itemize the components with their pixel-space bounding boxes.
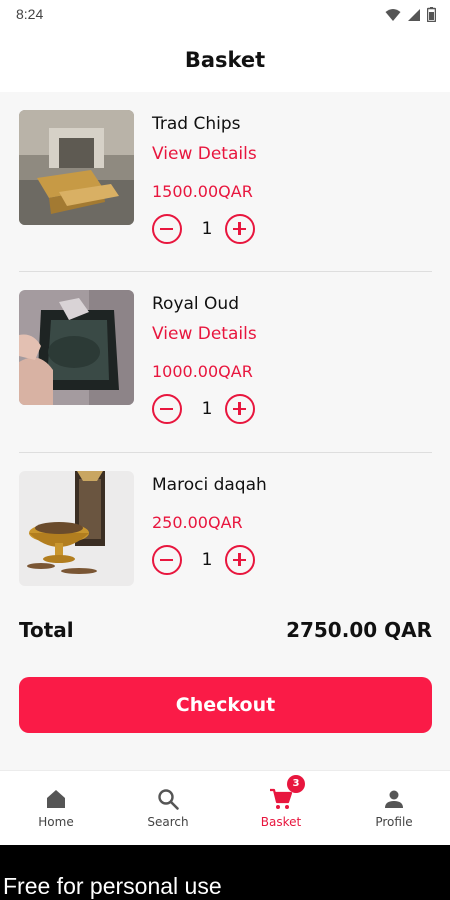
person-icon <box>385 790 403 808</box>
item-name: Trad Chips <box>152 114 241 134</box>
app-header: Basket <box>0 30 450 92</box>
quantity-stepper: 1 <box>152 394 262 424</box>
search-icon <box>158 789 179 810</box>
cart-count-badge: 3 <box>287 775 305 793</box>
wifi-icon <box>385 8 401 21</box>
minus-icon <box>160 407 173 410</box>
nav-item-home[interactable]: Home <box>0 771 112 846</box>
item-price: 250.00QAR <box>152 513 243 532</box>
view-details-link[interactable]: View Details <box>152 144 257 164</box>
item-name: Maroci daqah <box>152 475 267 495</box>
decrease-quantity-button[interactable] <box>152 394 182 424</box>
nav-item-search[interactable]: Search <box>112 771 224 846</box>
product-image[interactable] <box>19 471 134 586</box>
status-time: 8:24 <box>16 6 44 22</box>
decrease-quantity-button[interactable] <box>152 214 182 244</box>
total-value: 2750.00 QAR <box>286 618 432 642</box>
nav-label: Basket <box>260 815 302 829</box>
divider <box>19 452 432 453</box>
total-label: Total <box>19 618 74 642</box>
basket-item: Maroci daqah 250.00QAR 1 <box>0 471 450 591</box>
increase-quantity-button[interactable] <box>225 545 255 575</box>
quantity-value: 1 <box>201 219 213 239</box>
nav-item-profile[interactable]: Profile <box>338 771 450 846</box>
quantity-stepper: 1 <box>152 214 262 244</box>
signal-icon <box>408 8 420 21</box>
status-icons <box>385 7 436 22</box>
divider <box>19 271 432 272</box>
bottom-nav: Home Search 3 Basket Profile <box>0 770 450 845</box>
increase-quantity-button[interactable] <box>225 214 255 244</box>
minus-icon <box>160 558 173 561</box>
nav-label: Profile <box>375 815 413 829</box>
item-price: 1000.00QAR <box>152 362 253 381</box>
status-bar: 8:24 <box>0 0 450 30</box>
product-image[interactable] <box>19 290 134 405</box>
page-title: Basket <box>184 48 266 72</box>
checkout-button[interactable]: Checkout <box>19 677 432 733</box>
nav-item-basket[interactable]: 3 Basket <box>225 771 337 846</box>
quantity-stepper: 1 <box>152 545 262 575</box>
home-icon <box>47 790 65 808</box>
increase-quantity-button[interactable] <box>225 394 255 424</box>
basket-item: Trad Chips View Details 1500.00QAR 1 <box>0 110 450 270</box>
item-name: Royal Oud <box>152 294 240 314</box>
basket-item: Royal Oud View Details 1000.00QAR 1 <box>0 290 450 450</box>
battery-icon <box>427 7 436 22</box>
footer-text: Free for personal use <box>3 873 222 899</box>
quantity-value: 1 <box>201 399 213 419</box>
view-details-link[interactable]: View Details <box>152 324 257 344</box>
decrease-quantity-button[interactable] <box>152 545 182 575</box>
product-image[interactable] <box>19 110 134 225</box>
total-row: Total 2750.00 QAR <box>19 618 432 648</box>
nav-label: Home <box>38 815 74 829</box>
quantity-value: 1 <box>201 550 213 570</box>
footer-banner: Free for personal use <box>0 845 450 900</box>
nav-label: Search <box>147 815 189 829</box>
item-price: 1500.00QAR <box>152 182 253 201</box>
minus-icon <box>160 227 173 230</box>
